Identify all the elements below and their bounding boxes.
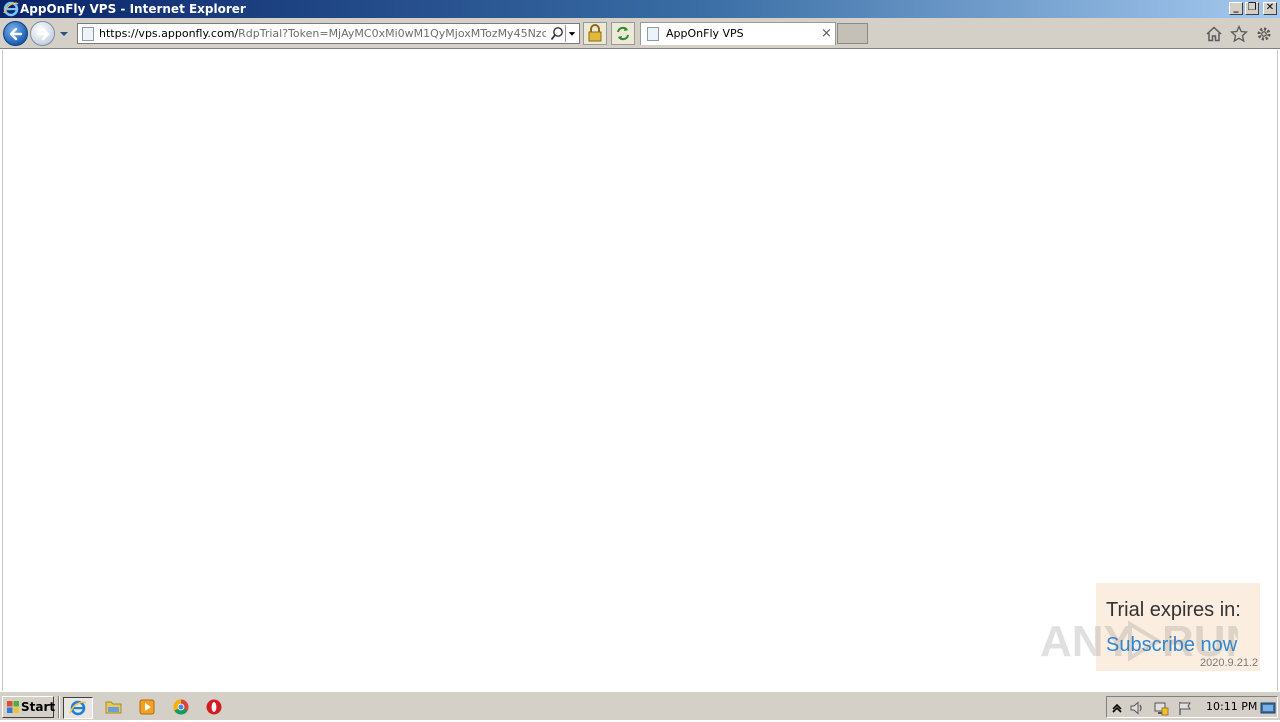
internet-explorer-icon [3,1,19,17]
search-icon[interactable] [550,26,564,42]
chrome-icon [173,699,189,715]
show-desktop-icon[interactable] [1260,700,1276,716]
page-icon [82,27,94,41]
taskbar-opera[interactable] [200,697,230,719]
back-arrow-icon [9,27,23,41]
taskbar: Start 10:11 PM [0,691,1280,720]
tab-close-icon[interactable]: × [821,26,832,42]
window-title: AppOnFly VPS - Internet Explorer [20,2,246,16]
opera-icon [206,699,222,715]
network-icon[interactable] [1153,700,1169,716]
forward-button[interactable] [30,21,55,46]
taskbar-internet-explorer[interactable] [63,697,93,719]
system-tray: 10:11 PM [1106,696,1278,718]
start-button[interactable]: Start [2,696,56,718]
taskbar-chrome[interactable] [166,697,196,719]
forward-arrow-icon [36,27,50,41]
internet-explorer-icon [69,700,87,716]
navigation-bar: https://vps.apponfly.com/RdpTrial?Token=… [0,18,1280,49]
show-hidden-icons-chevron-icon[interactable] [1109,700,1125,716]
favorites-star-icon[interactable] [1230,25,1248,43]
minimize-button[interactable]: _ [1229,2,1243,15]
tab-apponfly-vps[interactable]: AppOnFly VPS × [640,22,836,45]
back-button[interactable] [3,21,28,46]
address-bar[interactable]: https://vps.apponfly.com/RdpTrial?Token=… [77,23,580,44]
file-explorer-icon [105,701,122,714]
history-dropdown-icon[interactable] [58,29,70,39]
address-url[interactable]: https://vps.apponfly.com/RdpTrial?Token=… [99,26,546,42]
action-center-flag-icon[interactable] [1177,700,1193,716]
new-tab-button[interactable] [837,23,868,44]
tab-page-icon [647,27,659,41]
taskbar-separator [58,696,60,718]
url-path: RdpTrial?Token=MjAyMC0xMi0wM1QyMjoxMTozM… [238,27,546,40]
taskbar-file-explorer[interactable] [98,697,128,719]
url-host: https://vps.apponfly.com/ [99,27,239,40]
media-player-icon [139,699,155,715]
close-window-button[interactable]: ✕ [1263,2,1277,15]
svg-text:ANY: ANY [1040,617,1133,666]
title-bar: AppOnFly VPS - Internet Explorer _ ❐ ✕ [0,0,1280,18]
tools-gear-icon[interactable] [1255,25,1273,43]
version-label: 2020.9.21.2 [1200,657,1259,669]
address-dropdown-icon[interactable] [565,25,578,42]
page-content [2,50,1278,691]
refresh-button[interactable] [611,22,635,45]
tab-label: AppOnFly VPS [666,27,744,40]
security-lock-button[interactable] [583,22,607,45]
restore-button[interactable]: ❐ [1245,2,1259,15]
taskbar-clock[interactable]: 10:11 PM [1206,700,1257,714]
volume-icon[interactable] [1129,700,1145,716]
taskbar-media-player[interactable] [132,697,162,719]
home-icon[interactable] [1205,25,1223,43]
lock-icon [588,24,602,42]
start-label: Start [21,700,56,714]
refresh-icon [617,26,629,41]
windows-flag-icon [7,701,19,713]
